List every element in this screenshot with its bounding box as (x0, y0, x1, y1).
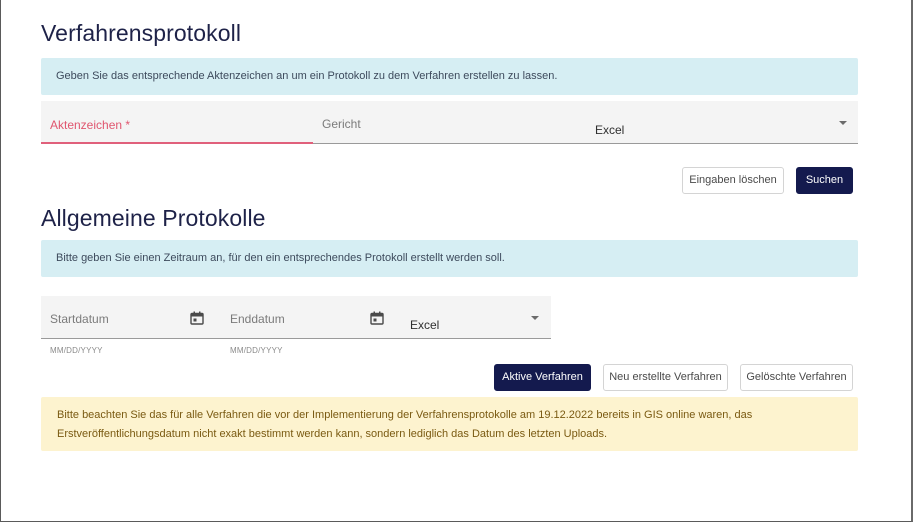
general-format-select[interactable]: Excel (401, 296, 551, 339)
end-date-label: Enddatum (230, 312, 285, 326)
case-format-select[interactable]: Excel (586, 101, 858, 144)
warning-line-2: Erstveröffentlichungsdatum nicht exakt b… (57, 428, 608, 440)
search-button[interactable]: Suchen (796, 167, 853, 194)
page-title-allgemeine-protokolle: Allgemeine Protokolle (41, 205, 266, 231)
implementation-warning: Bitte beachten Sie das für alle Verfahre… (41, 397, 858, 451)
start-date-label: Startdatum (50, 312, 109, 326)
general-format-value: Excel (410, 318, 440, 332)
new-cases-button[interactable]: Neu erstellte Verfahren (603, 364, 728, 391)
chevron-down-icon (839, 121, 847, 125)
active-cases-button[interactable]: Aktive Verfahren (494, 364, 591, 391)
start-date-hint: MM/DD/YYYY (50, 346, 103, 355)
case-protocol-info: Geben Sie das entsprechende Aktenzeichen… (41, 58, 858, 95)
start-date-input[interactable]: Startdatum (41, 296, 221, 339)
deleted-cases-button[interactable]: Gelöschte Verfahren (740, 364, 853, 391)
gericht-input[interactable]: Gericht (313, 101, 586, 144)
warning-line-1: Bitte beachten Sie das für alle Verfahre… (57, 409, 753, 421)
general-protocol-info: Bitte geben Sie einen Zeitraum an, für d… (41, 240, 858, 277)
gericht-label: Gericht (322, 117, 361, 131)
case-format-value: Excel (595, 123, 625, 137)
end-date-hint: MM/DD/YYYY (230, 346, 283, 355)
clear-inputs-button[interactable]: Eingaben löschen (682, 167, 784, 194)
aktenzeichen-label: Aktenzeichen * (50, 118, 131, 132)
calendar-icon[interactable] (370, 311, 384, 325)
chevron-down-icon (531, 316, 539, 320)
end-date-input[interactable]: Enddatum (221, 296, 401, 339)
calendar-icon[interactable] (190, 311, 204, 325)
page-title-verfahrensprotokoll: Verfahrensprotokoll (41, 20, 242, 46)
aktenzeichen-input[interactable]: Aktenzeichen * (41, 101, 313, 144)
